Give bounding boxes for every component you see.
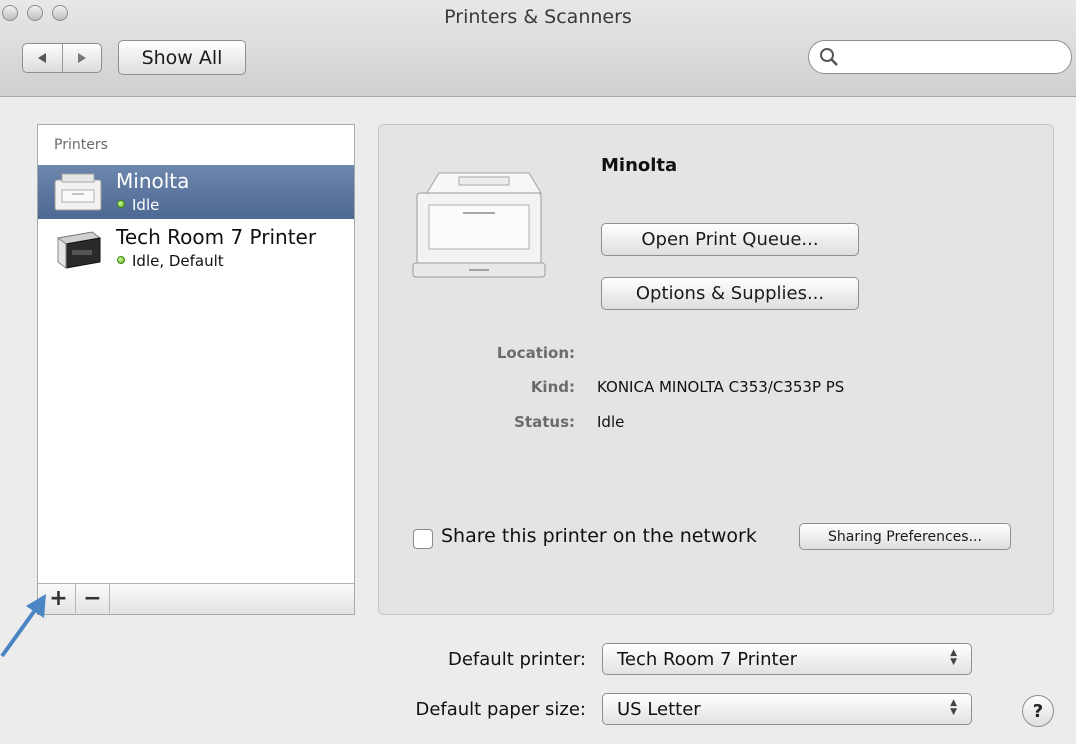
status-label: Status: <box>514 413 575 431</box>
sharing-preferences-button[interactable]: Sharing Preferences... <box>799 523 1011 550</box>
default-printer-label: Default printer: <box>447 649 586 670</box>
printer-status: Idle <box>132 196 160 214</box>
paper-size-value: US Letter <box>617 699 701 720</box>
forward-button[interactable] <box>61 44 102 72</box>
annotation-arrow-icon <box>0 594 46 658</box>
back-arrow-icon <box>38 53 47 63</box>
printer-name: Minolta <box>116 169 190 193</box>
back-forward-control <box>22 43 102 73</box>
location-label: Location: <box>496 344 575 362</box>
printer-item-minolta[interactable]: Minolta Idle <box>38 165 354 219</box>
printer-title: Minolta <box>601 155 678 176</box>
back-button[interactable] <box>23 44 62 72</box>
status-dot-icon <box>117 256 125 264</box>
printer-thumbnail-icon <box>56 231 102 269</box>
default-paper-size-label: Default paper size: <box>415 699 586 720</box>
status-value: Idle <box>597 413 625 431</box>
printer-status: Idle, Default <box>132 252 224 270</box>
kind-value: KONICA MINOLTA C353/C353P PS <box>597 378 845 396</box>
updown-arrows-icon: ▲ ▼ <box>950 698 957 717</box>
options-supplies-button[interactable]: Options & Supplies... <box>601 277 859 310</box>
printers-scanners-window: Printers & Scanners Show All Printers Mi… <box>0 0 1076 744</box>
title-bar: Printers & Scanners Show All <box>0 0 1076 97</box>
printers-heading: Printers <box>54 137 108 153</box>
printer-detail-panel: Minolta Open Print Queue... Options & Su… <box>378 124 1054 615</box>
printer-thumbnail-icon <box>54 173 102 211</box>
forward-arrow-icon <box>77 53 86 63</box>
share-printer-label[interactable]: Share this printer on the network <box>441 525 757 547</box>
updown-arrows-icon: ▲ ▼ <box>950 648 957 667</box>
show-all-button[interactable]: Show All <box>118 40 246 75</box>
share-printer-checkbox[interactable] <box>413 529 433 549</box>
search-field[interactable] <box>808 40 1072 74</box>
printers-list: Printers Minolta Idle Tech Room 7 Printe… <box>37 124 355 615</box>
remove-printer-button[interactable]: − <box>76 584 110 613</box>
search-input[interactable] <box>845 46 1059 70</box>
window-title: Printers & Scanners <box>444 6 632 28</box>
search-icon <box>820 48 838 66</box>
printer-large-icon <box>412 172 546 278</box>
printer-name: Tech Room 7 Printer <box>116 225 317 249</box>
status-dot-icon <box>117 200 125 208</box>
printer-item-tech-room-7[interactable]: Tech Room 7 Printer Idle, Default <box>38 221 354 275</box>
kind-label: Kind: <box>530 378 575 396</box>
list-toolbar: + − <box>38 583 354 614</box>
default-printer-popup[interactable]: Tech Room 7 Printer ▲ ▼ <box>602 643 972 675</box>
default-paper-size-popup[interactable]: US Letter ▲ ▼ <box>602 693 972 725</box>
help-button[interactable]: ? <box>1022 695 1054 727</box>
default-printer-value: Tech Room 7 Printer <box>617 649 798 670</box>
open-print-queue-button[interactable]: Open Print Queue... <box>601 223 859 256</box>
